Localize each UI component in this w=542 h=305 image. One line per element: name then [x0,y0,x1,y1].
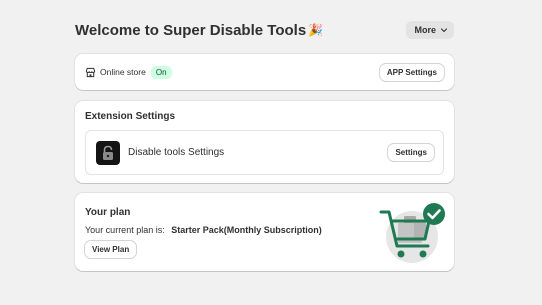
view-plan-button[interactable]: View Plan [85,241,137,258]
extension-settings-button[interactable]: Settings [388,144,434,161]
more-button-label: More [414,25,436,35]
extension-section-title: Extension Settings [85,111,176,122]
current-plan-name: Starter Pack(Monthly Subscription) [171,225,322,235]
extension-item: Disable tools Settings Settings [85,130,444,175]
lock-icon [103,145,113,160]
chevron-down-icon [440,28,448,33]
store-icon [85,67,96,77]
app-icon [96,140,120,165]
plan-card: Your plan Your current plan is: Starter … [75,193,454,271]
page-header: Welcome to Super Disable Tools 🎉 More [75,20,454,40]
extension-name: Disable tools Settings [128,147,225,158]
online-store-status: Online store On [85,65,172,79]
current-plan-prefix: Your current plan is: [85,225,165,235]
status-badge: On [150,65,172,79]
online-store-label: Online store [100,67,146,77]
more-actions-button[interactable]: More [406,21,454,39]
online-store-card: Online store On APP Settings [75,54,454,90]
extension-settings-card: Extension Settings Disable tools Setting… [75,101,454,183]
party-popper-icon: 🎉 [308,23,324,37]
page-title-text: Welcome to Super Disable Tools [75,21,307,39]
app-settings-button[interactable]: APP Settings [379,63,444,81]
cart-illustration [379,203,445,263]
page-title: Welcome to Super Disable Tools 🎉 [75,22,323,39]
